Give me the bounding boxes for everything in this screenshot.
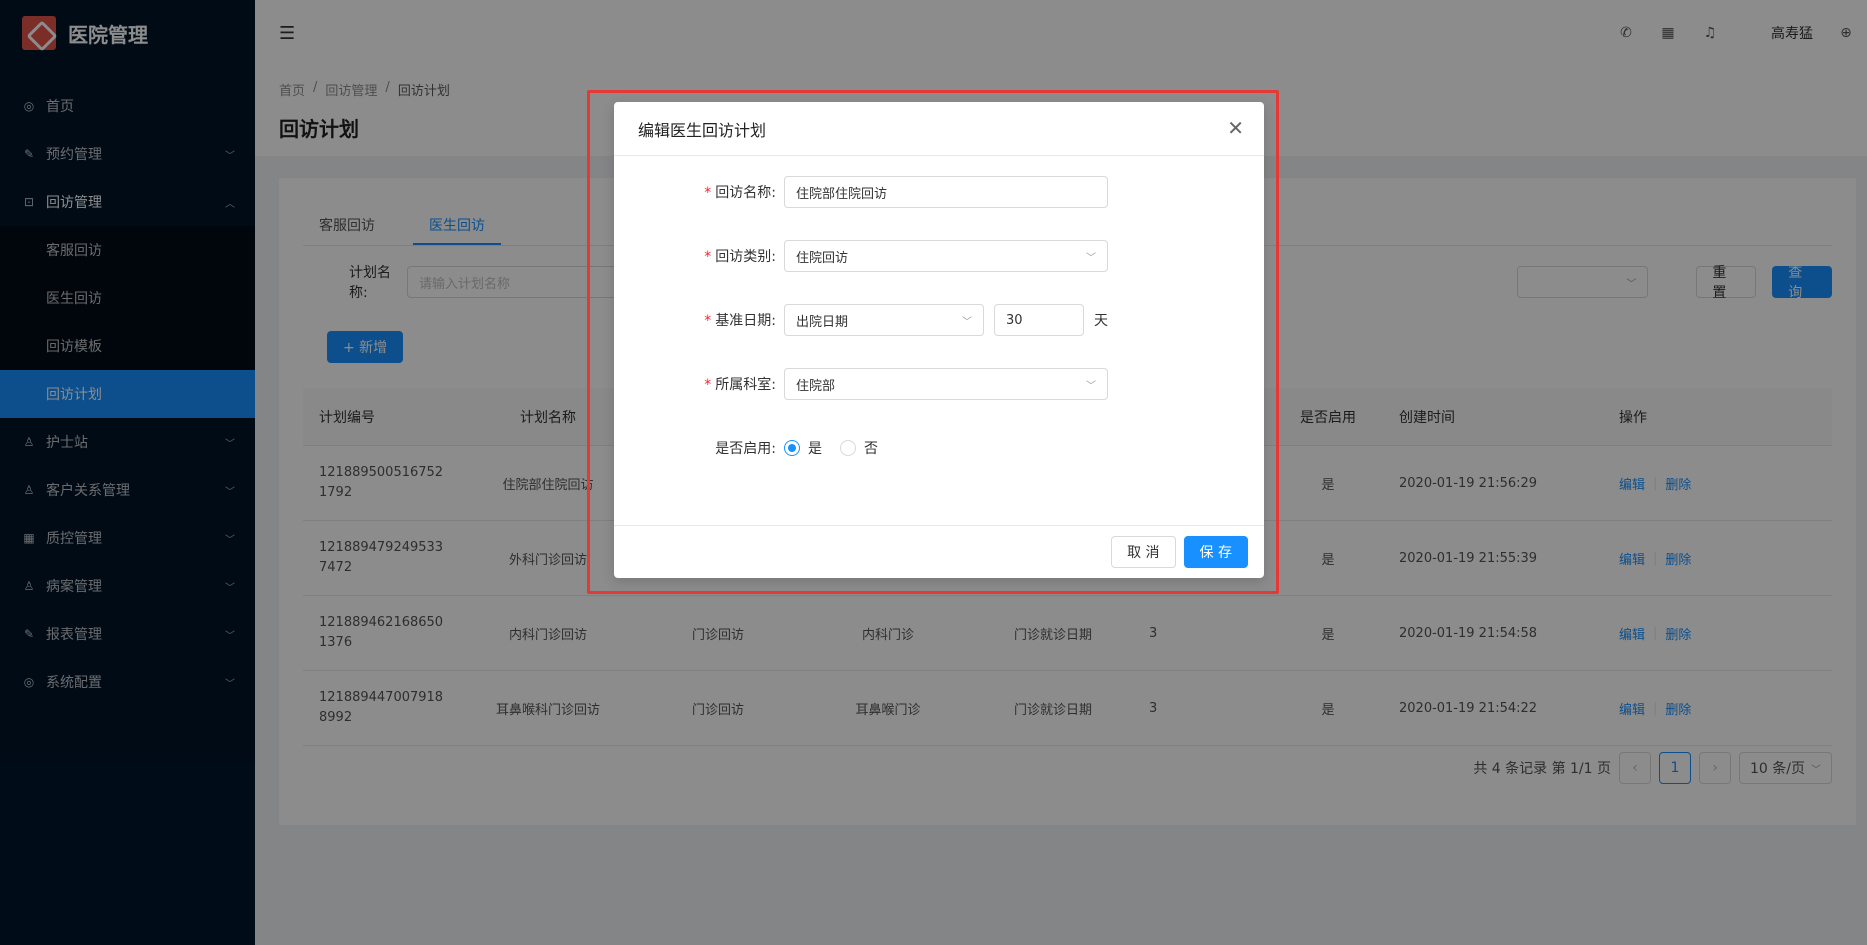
days-input[interactable]: 30: [994, 304, 1084, 336]
modal-header: 编辑医生回访计划 ✕: [614, 102, 1264, 156]
required-mark: *: [704, 313, 712, 329]
base-date-select[interactable]: 出院日期 ﹀: [784, 304, 984, 336]
field-label-text: 所属科室:: [715, 377, 776, 393]
required-mark: *: [704, 377, 712, 393]
save-button[interactable]: 保 存: [1183, 536, 1248, 568]
field-label-text: 基准日期:: [715, 313, 776, 329]
form-row-type: * 回访类别: 住院回访 ﹀: [614, 240, 1108, 272]
followup-type-select[interactable]: 住院回访 ﹀: [784, 240, 1108, 272]
chevron-down-icon: ﹀: [1086, 381, 1096, 392]
select-value: 住院回访: [796, 250, 849, 266]
field-label: * 所属科室:: [614, 374, 784, 394]
chevron-down-icon: ﹀: [1086, 253, 1096, 264]
field-label: * 基准日期:: [614, 310, 784, 330]
radio-unchecked-icon: [840, 440, 856, 456]
followup-name-input[interactable]: 住院部住院回访: [784, 176, 1108, 208]
field-label-text: 回访名称:: [715, 185, 776, 201]
cancel-button[interactable]: 取 消: [1111, 536, 1176, 568]
radio-label: 是: [808, 441, 822, 457]
modal-footer: 取 消 保 存: [614, 525, 1264, 578]
form-row-dept: * 所属科室: 住院部 ﹀: [614, 368, 1108, 400]
select-value: 出院日期: [796, 314, 849, 330]
form-row-enabled: 是否启用: 是 否: [614, 432, 896, 464]
close-icon[interactable]: ✕: [1227, 118, 1244, 138]
form-row-name: * 回访名称: 住院部住院回访: [614, 176, 1108, 208]
field-label-text: 回访类别:: [715, 249, 776, 265]
radio-checked-icon: [784, 440, 800, 456]
field-label: 是否启用:: [715, 441, 776, 457]
select-value: 住院部: [796, 378, 836, 394]
chevron-down-icon: ﹀: [962, 317, 972, 328]
dept-select[interactable]: 住院部 ﹀: [784, 368, 1108, 400]
enabled-no-radio[interactable]: 否: [840, 438, 878, 458]
edit-plan-modal: 编辑医生回访计划 ✕ * 回访名称: 住院部住院回访 * 回访类别: 住院回访 ﹀ *…: [614, 102, 1264, 578]
field-label: * 回访名称:: [614, 182, 784, 202]
modal-title: 编辑医生回访计划: [638, 120, 767, 140]
required-mark: *: [704, 185, 712, 201]
form-row-base-date: * 基准日期: 出院日期 ﹀ 30 天: [614, 304, 1108, 336]
field-label: * 回访类别:: [614, 246, 784, 266]
enabled-yes-radio[interactable]: 是: [784, 438, 822, 458]
radio-label: 否: [864, 441, 878, 457]
required-mark: *: [704, 249, 712, 265]
days-unit: 天: [1094, 313, 1108, 329]
